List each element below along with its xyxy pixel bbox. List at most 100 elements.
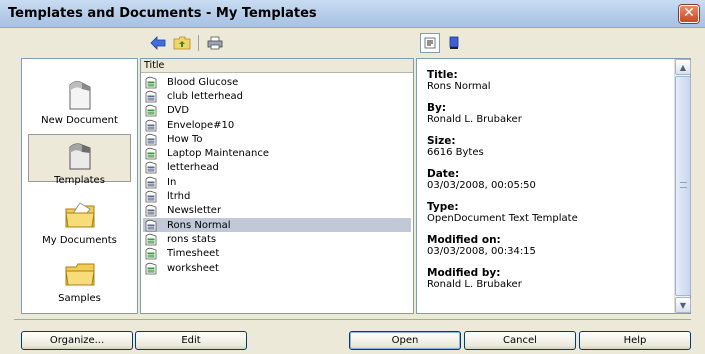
info-field-label: Title: <box>427 69 458 81</box>
info-field-value: OpenDocument Text Template <box>427 213 578 224</box>
close-button[interactable]: ✕ <box>679 5 699 23</box>
category-label: Samples <box>58 293 101 304</box>
close-icon: ✕ <box>683 5 695 21</box>
text-template-icon <box>145 219 157 232</box>
info-field-label: Date: <box>427 168 460 180</box>
list-item[interactable]: Timesheet <box>145 247 411 261</box>
info-field-value: Rons Normal <box>427 81 491 92</box>
help-button[interactable]: Help <box>579 331 691 350</box>
list-item[interactable]: rons stats <box>145 232 411 246</box>
list-item[interactable]: Laptop Maintenance <box>145 146 411 160</box>
scroll-thumb[interactable] <box>675 76 691 296</box>
text-template-icon <box>145 190 157 203</box>
organize-button[interactable]: Organize... <box>21 331 133 350</box>
info-field-value: 03/03/2008, 00:34:15 <box>427 246 536 257</box>
info-field-label: Type: <box>427 201 459 213</box>
info-field-value: 03/03/2008, 00:05:50 <box>427 180 536 191</box>
document-properties-icon <box>424 37 436 49</box>
template-list: Blood Glucose club letterhead DVD Envelope#… <box>143 75 411 275</box>
category-samples[interactable]: Samples <box>28 255 131 304</box>
list-item[interactable]: worksheet <box>145 261 411 275</box>
list-item-label: Envelope#10 <box>167 119 235 131</box>
spreadsheet-template-icon <box>145 76 157 89</box>
category-templates[interactable]: Templates <box>28 134 131 186</box>
folder-up-icon <box>173 36 191 50</box>
info-field-value: Ronald L. Brubaker <box>427 114 522 125</box>
text-template-icon <box>145 205 157 217</box>
text-template-icon <box>145 176 157 189</box>
open-button[interactable]: Open <box>349 331 461 350</box>
scroll-down-button[interactable]: ▼ <box>675 297 691 313</box>
window-title: Templates and Documents - My Templates <box>8 6 317 21</box>
templates-icon <box>69 143 90 170</box>
list-item[interactable]: How To <box>145 132 411 146</box>
up-one-level-button[interactable] <box>172 33 192 53</box>
list-item-label: rons stats <box>167 233 217 245</box>
category-label: Templates <box>54 175 105 186</box>
list-item[interactable]: Newsletter <box>145 204 411 218</box>
list-item[interactable]: Rons Normal <box>143 217 411 233</box>
list-item[interactable]: ltrhd <box>145 189 411 203</box>
list-item-label: worksheet <box>167 262 219 274</box>
category-panel: New Document Templates My Documents Samp… <box>21 58 138 314</box>
list-item-label: Newsletter <box>167 205 222 217</box>
list-item-label: Laptop Maintenance <box>167 148 270 160</box>
category-label: My Documents <box>42 235 117 246</box>
scroll-up-button[interactable]: ▲ <box>675 59 691 75</box>
document-preview-button[interactable] <box>444 33 464 53</box>
back-arrow-icon <box>150 36 166 50</box>
list-item-label: How To <box>167 133 203 145</box>
edit-button[interactable]: Edit <box>135 331 247 350</box>
chevron-up-icon: ▲ <box>679 62 687 72</box>
list-item[interactable]: Blood Glucose <box>145 75 411 89</box>
document-info-panel: Title: Rons Normal By: Ronald L. Brubaker Si… <box>416 58 691 314</box>
list-item-label: ltrhd <box>167 191 191 203</box>
info-scrollbar[interactable]: ▲ ▼ <box>674 59 691 313</box>
list-item-label: Blood Glucose <box>167 76 239 88</box>
chevron-down-icon: ▼ <box>679 300 687 310</box>
list-item[interactable]: Envelope#10 <box>145 118 411 132</box>
list-item[interactable]: In <box>145 175 411 189</box>
my-documents-folder-icon <box>64 202 95 228</box>
info-field-label: Modified on: <box>427 234 501 246</box>
info-field-value: 6616 Bytes <box>427 147 484 158</box>
list-item-label: Timesheet <box>167 248 220 260</box>
text-template-icon <box>145 90 157 103</box>
divider <box>14 319 691 320</box>
back-button[interactable] <box>148 33 168 53</box>
list-item[interactable]: club letterhead <box>145 89 411 103</box>
preview-icon <box>449 36 459 49</box>
category-new-document[interactable]: New Document <box>28 77 131 126</box>
document-info: Title: Rons Normal By: Ronald L. Brubaker Si… <box>427 69 667 300</box>
spreadsheet-template-icon <box>145 233 157 246</box>
info-field-label: Size: <box>427 135 456 147</box>
column-header-title[interactable]: Title <box>141 59 413 73</box>
text-template-icon <box>145 133 157 146</box>
text-template-icon <box>145 162 157 174</box>
category-label: New Document <box>41 115 118 126</box>
document-properties-button[interactable] <box>420 33 440 53</box>
text-template-icon <box>145 119 157 131</box>
list-item-label: letterhead <box>167 162 219 174</box>
scroll-grip-icon <box>680 182 687 188</box>
spreadsheet-template-icon <box>145 262 157 274</box>
spreadsheet-template-icon <box>145 248 157 260</box>
spreadsheet-template-icon <box>145 147 157 160</box>
toolbar-navigation <box>148 32 229 54</box>
list-item[interactable]: letterhead <box>145 161 411 175</box>
list-item-label: In <box>167 176 177 188</box>
cancel-button[interactable]: Cancel <box>464 331 576 350</box>
toolbar-view <box>420 32 468 54</box>
template-list-panel: Title Blood Glucose club letterhead DVD Env… <box>140 58 414 314</box>
list-item-label: DVD <box>167 105 190 117</box>
list-item-label: Rons Normal <box>167 219 231 231</box>
print-icon <box>207 36 223 50</box>
toolbar-separator <box>198 35 199 51</box>
category-my-documents[interactable]: My Documents <box>28 197 131 246</box>
info-field-value: Ronald L. Brubaker <box>427 279 522 290</box>
print-button[interactable] <box>205 33 225 53</box>
list-item[interactable]: DVD <box>145 104 411 118</box>
spreadsheet-template-icon <box>145 105 157 117</box>
new-document-icon <box>69 80 90 110</box>
samples-folder-icon <box>64 263 95 286</box>
